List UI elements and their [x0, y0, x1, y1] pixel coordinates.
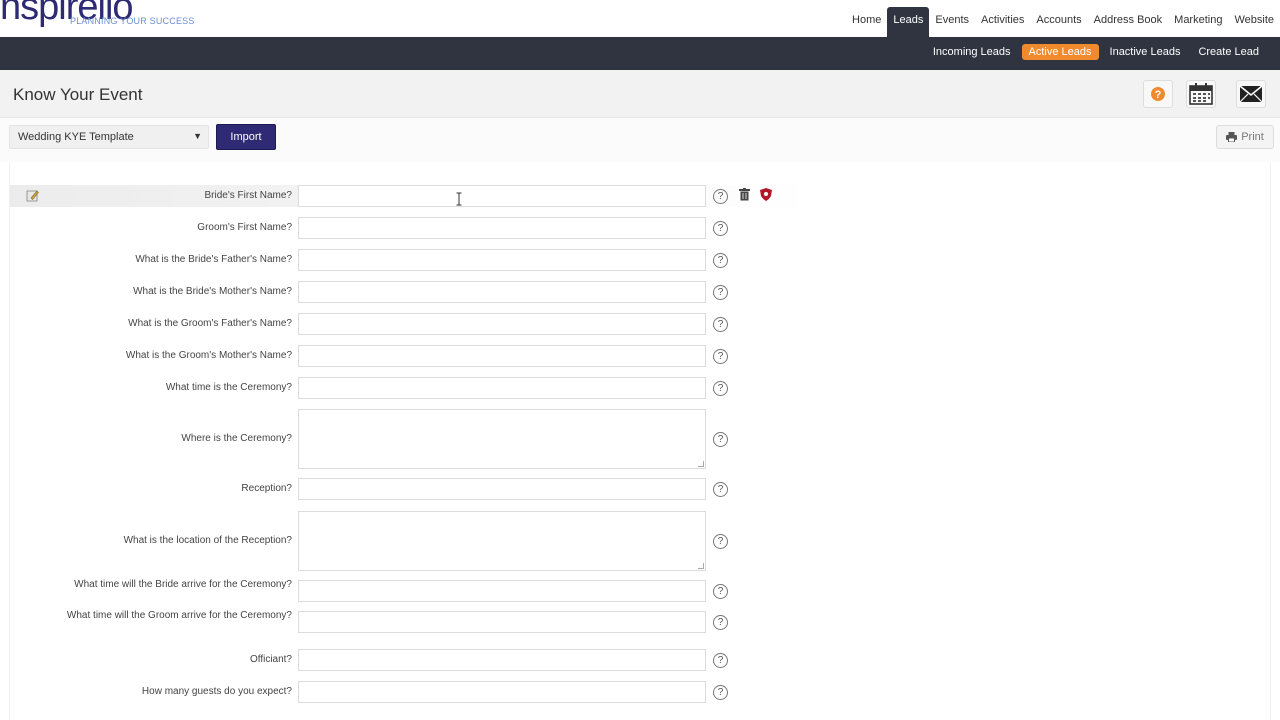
subnav-create-lead[interactable]: Create Lead: [1191, 44, 1266, 60]
caret-down-icon: ▼: [193, 131, 202, 141]
answer-input[interactable]: [298, 611, 706, 633]
form-row: What is the Groom's Father's Name??: [10, 313, 810, 335]
import-button[interactable]: Import: [216, 124, 276, 150]
help-circle-icon[interactable]: ?: [713, 316, 728, 332]
form-row: Where is the Ceremony??: [10, 409, 810, 469]
shield-icon[interactable]: [760, 188, 772, 201]
question-label: Bride's First Name?: [204, 190, 293, 201]
help-circle-icon[interactable]: ?: [713, 481, 728, 497]
help-circle-icon[interactable]: ?: [713, 431, 728, 447]
help-circle-icon[interactable]: ?: [713, 348, 728, 364]
form-row: What is the location of the Reception??: [10, 511, 810, 571]
form-row: What is the Bride's Mother's Name??: [10, 281, 810, 303]
answer-input[interactable]: [298, 649, 706, 671]
template-select[interactable]: Wedding KYE Template ▼: [9, 125, 209, 149]
question-label: What is the location of the Reception?: [123, 535, 292, 546]
help-circle-icon[interactable]: ?: [713, 583, 728, 599]
answer-input[interactable]: [298, 478, 706, 500]
subnav-inactive-leads[interactable]: Inactive Leads: [1103, 44, 1188, 60]
question-icon: ?: [1151, 87, 1165, 101]
form-row: What is the Groom's Mother's Name??: [10, 345, 810, 367]
help-circle-icon[interactable]: ?: [713, 684, 728, 700]
sub-nav-bar: Incoming Leads Active Leads Inactive Lea…: [0, 37, 1280, 70]
nav-item-home[interactable]: Home: [846, 7, 887, 37]
title-band: Know Your Event ?: [0, 70, 1280, 118]
question-label: How many guests do you expect?: [141, 686, 292, 697]
form-row: Reception??: [10, 478, 810, 500]
top-header: nspirelio PLANNING YOUR SUCCESS Home Lea…: [0, 0, 1280, 37]
answer-textarea[interactable]: [298, 409, 706, 469]
answer-input[interactable]: [298, 185, 706, 207]
question-label: What is the Groom's Father's Name?: [128, 318, 292, 329]
print-button[interactable]: Print: [1216, 125, 1274, 149]
mail-button[interactable]: [1236, 80, 1266, 108]
form-row: Officiant??: [10, 649, 810, 671]
template-select-value: Wedding KYE Template: [18, 131, 134, 143]
nav-item-website[interactable]: Website: [1228, 7, 1280, 37]
help-circle-icon[interactable]: ?: [713, 188, 728, 204]
help-circle-icon[interactable]: ?: [713, 252, 728, 268]
answer-input[interactable]: [298, 580, 706, 602]
calendar-icon: [1189, 83, 1213, 105]
nav-item-activities[interactable]: Activities: [975, 7, 1030, 37]
resize-handle-icon[interactable]: [698, 563, 704, 569]
nav-item-leads[interactable]: Leads: [887, 7, 930, 37]
question-label: What is the Bride's Father's Name?: [135, 254, 292, 265]
help-circle-icon[interactable]: ?: [713, 614, 728, 630]
form-row: What is the Bride's Father's Name??: [10, 249, 810, 271]
help-circle-icon[interactable]: ?: [713, 652, 728, 668]
form-row: What time will the Bride arrive for the …: [10, 579, 810, 602]
printer-icon: [1226, 132, 1238, 142]
question-label: Officiant?: [249, 654, 292, 665]
answer-input[interactable]: [298, 217, 706, 239]
answer-textarea[interactable]: [298, 511, 706, 571]
sub-nav: Incoming Leads Active Leads Inactive Lea…: [926, 44, 1266, 60]
answer-input[interactable]: [298, 681, 706, 703]
calendar-button[interactable]: [1186, 80, 1216, 108]
svg-text:?: ?: [1155, 89, 1162, 101]
answer-input[interactable]: [298, 313, 706, 335]
form-row: Groom's First Name??: [10, 217, 810, 239]
subnav-incoming-leads[interactable]: Incoming Leads: [926, 44, 1018, 60]
main-nav: Home Leads Events Activities Accounts Ad…: [846, 7, 1280, 37]
help-circle-icon[interactable]: ?: [713, 533, 728, 549]
nav-item-marketing[interactable]: Marketing: [1168, 7, 1228, 37]
help-circle-icon[interactable]: ?: [713, 220, 728, 236]
edit-icon[interactable]: [26, 189, 39, 202]
template-toolbar: Wedding KYE Template ▼ Import Print: [0, 118, 1280, 162]
nav-item-address-book[interactable]: Address Book: [1088, 7, 1168, 37]
question-label: What time will the Bride arrive for the …: [74, 579, 292, 590]
question-label: Groom's First Name?: [197, 222, 292, 233]
question-label: What is the Bride's Mother's Name?: [133, 286, 292, 297]
help-button[interactable]: ?: [1143, 80, 1173, 108]
page-title: Know Your Event: [13, 85, 143, 104]
form-row: Bride's First Name??: [10, 185, 810, 207]
brand-tagline: PLANNING YOUR SUCCESS: [70, 16, 195, 26]
question-label: Where is the Ceremony?: [181, 433, 292, 444]
resize-handle-icon[interactable]: [698, 461, 704, 467]
help-circle-icon[interactable]: ?: [713, 380, 728, 396]
text-cursor-icon: [456, 192, 462, 206]
envelope-icon: [1239, 85, 1263, 103]
answer-input[interactable]: [298, 281, 706, 303]
subnav-active-leads[interactable]: Active Leads: [1021, 44, 1099, 60]
trash-icon[interactable]: [739, 188, 750, 201]
form-row: How many guests do you expect??: [10, 681, 810, 703]
question-label: What is the Groom's Mother's Name?: [125, 350, 292, 361]
answer-input[interactable]: [298, 345, 706, 367]
help-circle-icon[interactable]: ?: [713, 284, 728, 300]
form-row: What time will the Groom arrive for the …: [10, 610, 810, 633]
question-label: What time will the Groom arrive for the …: [66, 610, 292, 621]
nav-item-accounts[interactable]: Accounts: [1030, 7, 1087, 37]
question-label: What time is the Ceremony?: [165, 382, 292, 393]
kye-form: Bride's First Name?? Groom's First Name??…: [9, 162, 1271, 720]
nav-item-events[interactable]: Events: [929, 7, 975, 37]
form-row: What time is the Ceremony??: [10, 377, 810, 399]
answer-input[interactable]: [298, 249, 706, 271]
question-label: Reception?: [241, 483, 292, 494]
answer-input[interactable]: [298, 377, 706, 399]
print-button-label: Print: [1241, 131, 1264, 143]
